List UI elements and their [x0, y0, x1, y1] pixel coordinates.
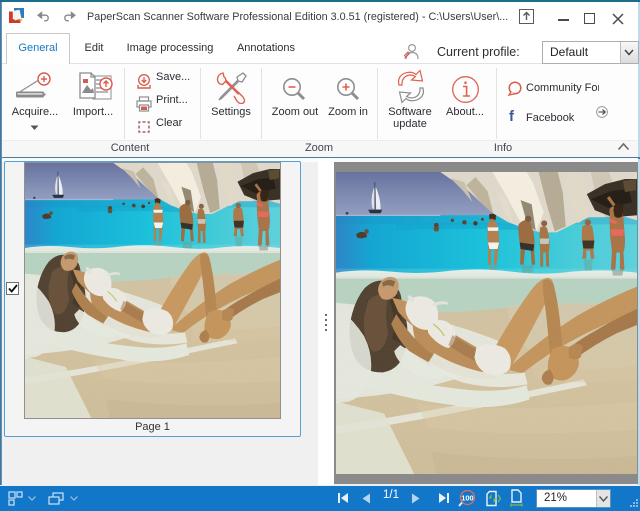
svg-text:100: 100 — [461, 493, 474, 502]
